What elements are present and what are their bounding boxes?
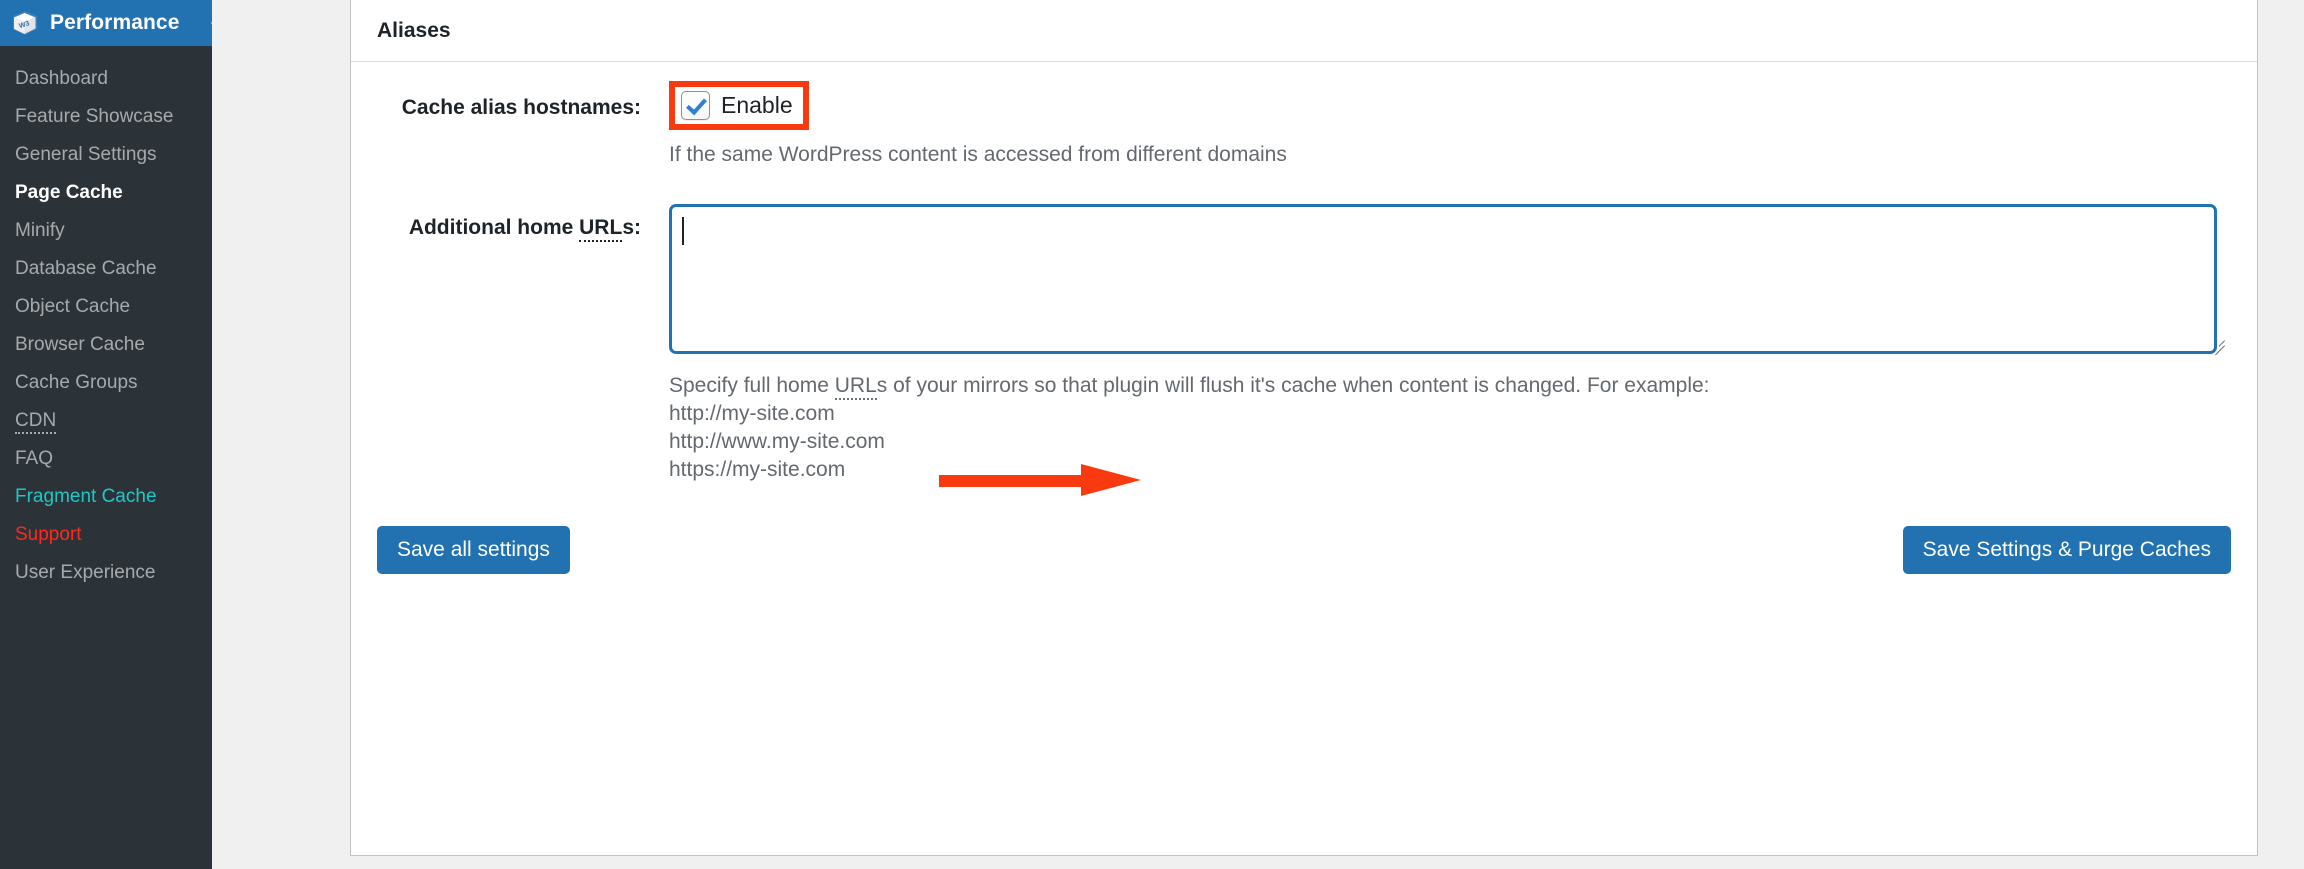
sidebar-item-label: User Experience [15, 562, 156, 583]
enable-checkbox-label[interactable]: Enable [721, 92, 793, 119]
sidebar-item-page-cache[interactable]: Page Cache [0, 174, 212, 212]
additional-home-urls-row: Additional home URLs: Specify full home … [377, 204, 2231, 484]
panel-body: Cache alias hostnames: Enable If the sam… [351, 81, 2257, 574]
sidebar-item-general-settings[interactable]: General Settings [0, 136, 212, 174]
sidebar-item-label: Dashboard [15, 68, 108, 89]
additional-home-urls-label: Additional home URLs: [377, 204, 669, 242]
additional-home-urls-description: Specify full home URLs of your mirrors s… [669, 372, 2229, 484]
cache-alias-hostnames-row: Cache alias hostnames: Enable If the sam… [377, 81, 2231, 169]
textarea-wrapper [669, 204, 2231, 356]
sidebar-item-cache-groups[interactable]: Cache Groups [0, 364, 212, 402]
sidebar-item-label: Object Cache [15, 296, 131, 317]
label-text-prefix: Additional home [408, 216, 580, 239]
sidebar-item-label: Minify [15, 220, 65, 241]
sidebar-item-user-experience[interactable]: User Experience [0, 554, 212, 592]
enable-checkbox[interactable] [681, 91, 710, 120]
panel-header: Aliases [351, 0, 2257, 62]
example-url: http://my-site.com [669, 402, 835, 425]
sidebar-item-label: Fragment Cache [15, 486, 157, 507]
page-title: Aliases [377, 18, 451, 42]
enable-checkbox-highlight-box: Enable [669, 81, 809, 130]
sidebar-item-object-cache[interactable]: Object Cache [0, 288, 212, 326]
sidebar-item-dashboard[interactable]: Dashboard [0, 60, 212, 98]
sidebar-pointer-arrow-icon [199, 0, 213, 46]
cache-alias-hostnames-control: Enable If the same WordPress content is … [669, 81, 2231, 169]
sidebar-item-label: FAQ [15, 448, 54, 469]
description-part2: s of your mirrors so that plugin will fl… [876, 374, 1710, 397]
save-settings-and-purge-caches-button[interactable]: Save Settings & Purge Caches [1902, 526, 2231, 574]
sidebar-item-label: Database Cache [15, 258, 157, 279]
sidebar-item-label: General Settings [15, 144, 157, 165]
sidebar-item-faq[interactable]: FAQ [0, 440, 212, 478]
additional-home-urls-input[interactable] [669, 204, 2217, 354]
sidebar-item-label: Browser Cache [15, 334, 145, 355]
enable-checkbox-row[interactable]: Enable [681, 91, 793, 120]
sidebar-item-cdn[interactable]: CDN [0, 402, 212, 440]
sidebar-item-label: CDN [15, 410, 57, 434]
sidebar-item-database-cache[interactable]: Database Cache [0, 250, 212, 288]
cache-alias-hostnames-label: Cache alias hostnames: [401, 96, 641, 119]
example-url: https://my-site.com [669, 458, 846, 481]
cache-alias-hostnames-hint: If the same WordPress content is accesse… [669, 143, 1287, 166]
red-pointer-arrow-icon [939, 464, 1141, 496]
save-all-settings-button[interactable]: Save all settings [377, 526, 570, 574]
sidebar-brand[interactable]: W3 Performance [0, 0, 213, 46]
sidebar-item-label: Cache Groups [15, 372, 138, 393]
text-cursor [682, 217, 684, 245]
sidebar-item-label: Page Cache [15, 182, 123, 203]
button-bar: Save all settings Save Settings & Purge … [377, 526, 2231, 574]
sidebar-item-feature-showcase[interactable]: Feature Showcase [0, 98, 212, 136]
sidebar: W3 Performance Dashboard Feature Showcas… [0, 0, 213, 869]
sidebar-item-browser-cache[interactable]: Browser Cache [0, 326, 212, 364]
sidebar-item-label: Support [15, 524, 82, 545]
description-part1: Specify full home [669, 374, 835, 397]
sidebar-brand-title: Performance [50, 11, 180, 34]
url-abbr: URL [834, 374, 877, 400]
label-text-suffix: s: [622, 216, 641, 239]
additional-home-urls-control: Specify full home URLs of your mirrors s… [669, 204, 2231, 484]
settings-panel: Aliases Cache alias hostnames: Enable If… [350, 0, 2258, 856]
sidebar-item-support[interactable]: Support [0, 516, 212, 554]
sidebar-item-label: Feature Showcase [15, 106, 174, 127]
url-abbr: URL [579, 216, 623, 242]
w3-cube-logo-icon: W3 [10, 8, 40, 38]
sidebar-item-fragment-cache[interactable]: Fragment Cache [0, 478, 212, 516]
example-url: http://www.my-site.com [669, 430, 885, 453]
sidebar-menu: Dashboard Feature Showcase General Setti… [0, 46, 212, 592]
sidebar-item-minify[interactable]: Minify [0, 212, 212, 250]
screen-root: W3 Performance Dashboard Feature Showcas… [0, 0, 2304, 869]
